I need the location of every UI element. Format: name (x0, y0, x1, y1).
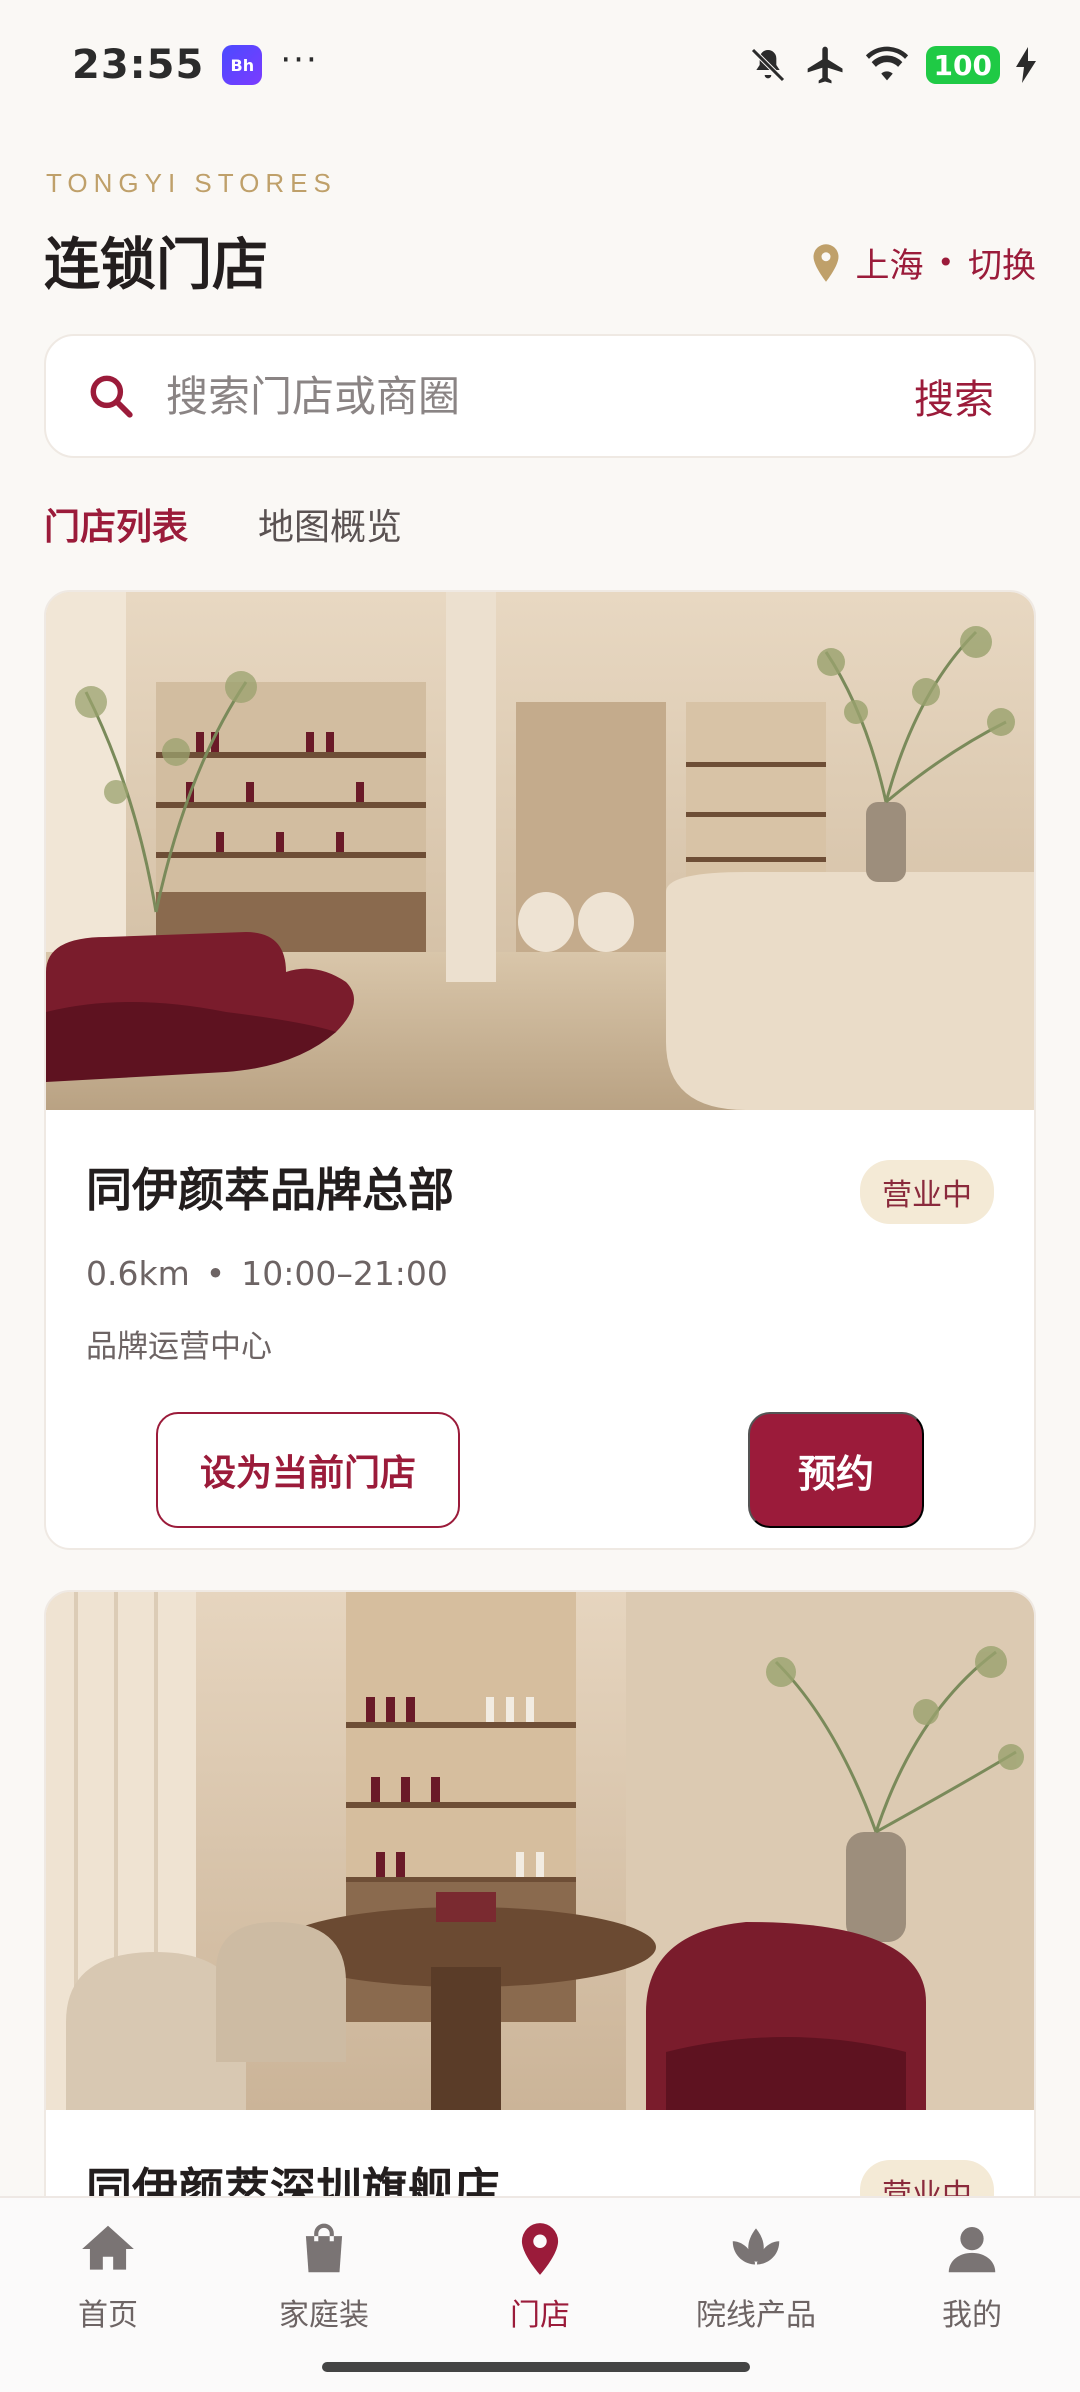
location-switcher[interactable]: 上海 • 切换 (811, 238, 1036, 287)
store-name: 同伊颜萃品牌总部 (86, 1163, 454, 1217)
nav-home[interactable]: 首页 (8, 2218, 208, 2392)
status-bar: 23:55 Bh ··· 100 (0, 0, 1080, 130)
status-time: 23:55 (72, 42, 205, 88)
store-photo (46, 1592, 1034, 2110)
lotus-icon (732, 2228, 780, 2265)
store-actions: 设为当前门店 预约 (86, 1412, 994, 1528)
map-pin-icon (521, 2223, 559, 2275)
app-notification-icon: Bh (222, 45, 263, 85)
store-hours: 10:00–21:00 (241, 1254, 448, 1293)
search-icon (90, 375, 133, 418)
separator-dot: • (937, 246, 954, 279)
tab-store-list[interactable]: 门店列表 (44, 498, 188, 550)
search-button[interactable]: 搜索 (914, 367, 994, 425)
page-title: 连锁门店 (44, 232, 268, 298)
tab-map-overview[interactable]: 地图概览 (258, 498, 402, 550)
switch-city-link[interactable]: 切换 (968, 238, 1036, 287)
store-meta: 0.6km • 10:00–21:00 (86, 1254, 994, 1293)
location-pin-icon (813, 243, 839, 282)
current-city: 上海 (855, 246, 924, 286)
view-tabs: 门店列表 地图概览 (44, 498, 402, 550)
airplane-icon (807, 46, 843, 84)
search-input[interactable] (166, 371, 914, 421)
status-badge: 营业中 (860, 1160, 994, 1224)
charging-icon (1016, 47, 1036, 83)
nav-label: 家庭装 (279, 2298, 369, 2333)
nav-label: 我的 (942, 2298, 1002, 2333)
meta-separator: • (205, 1254, 226, 1293)
wifi-icon (865, 46, 908, 81)
nav-label: 院线产品 (696, 2298, 816, 2333)
store-card[interactable]: 同伊颜萃品牌总部 营业中 0.6km • 10:00–21:00 品牌运营中心 设为… (44, 590, 1036, 1550)
brand-subtitle: TONGYI STORES (46, 168, 337, 198)
home-icon (82, 2225, 134, 2270)
set-current-store-button[interactable]: 设为当前门店 (156, 1412, 460, 1528)
nav-label: 门店 (510, 2298, 570, 2333)
nav-mine[interactable]: 我的 (872, 2218, 1072, 2392)
store-card[interactable]: 同伊颜萃深圳旗舰店 营业中 (44, 1590, 1036, 2290)
battery-indicator: 100 (925, 46, 1000, 84)
nav-label: 首页 (78, 2298, 138, 2333)
search-bar: 搜索 (44, 334, 1036, 458)
store-photo (46, 592, 1034, 1110)
store-distance: 0.6km (86, 1254, 190, 1293)
book-button[interactable]: 预约 (748, 1412, 924, 1528)
user-icon (948, 2227, 996, 2273)
store-description: 品牌运营中心 (86, 1329, 272, 1365)
more-notifications-icon: ··· (280, 40, 319, 80)
mute-icon (750, 48, 785, 82)
shopping-bag-icon (305, 2223, 343, 2273)
home-indicator[interactable] (322, 2362, 750, 2372)
